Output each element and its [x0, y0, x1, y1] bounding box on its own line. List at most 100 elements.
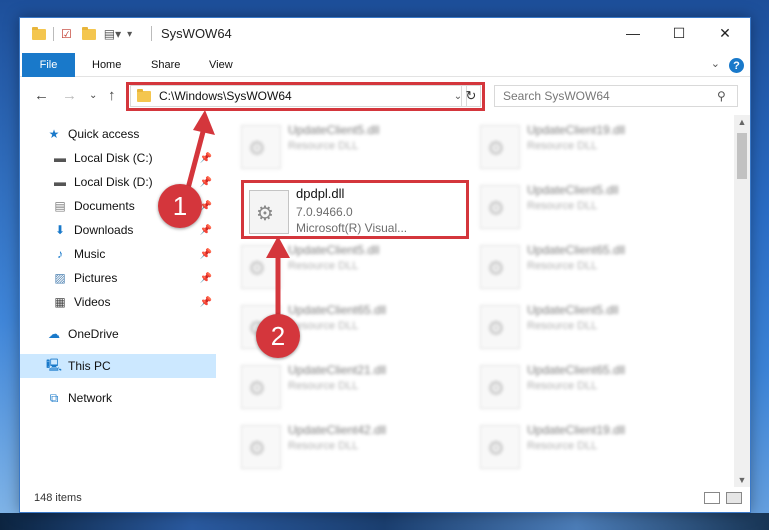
search-icon[interactable]: ⚲ — [717, 89, 737, 103]
file-item[interactable]: UpdateClient42.dll Resource DLL — [220, 419, 440, 469]
scroll-down-icon[interactable]: ▼ — [734, 475, 750, 485]
address-highlight-box — [126, 82, 485, 111]
file-item[interactable]: UpdateClient5.dll Resource DLL — [459, 179, 679, 229]
file-item[interactable]: UpdateClient5.dll Resource DLL — [220, 119, 440, 169]
pin-icon[interactable]: 📌 — [200, 249, 212, 260]
sidebar-item-label: This PC — [68, 359, 111, 373]
status-bar: 148 items — [20, 486, 750, 512]
customize-toolbar-icon[interactable]: ▤▾ — [104, 27, 121, 41]
search-placeholder: Search SysWOW64 — [503, 89, 610, 103]
desktop-taskbar-area — [0, 513, 769, 530]
file-name: UpdateClient5.dll — [527, 183, 619, 197]
dll-file-icon — [480, 425, 520, 469]
help-icon[interactable]: ? — [729, 58, 744, 73]
minimize-button[interactable]: — — [610, 18, 656, 48]
pictures-icon: ▨ — [54, 271, 66, 285]
dll-file-icon — [480, 305, 520, 349]
file-name: UpdateClient19.dll — [527, 123, 626, 137]
maximize-button[interactable]: ☐ — [656, 18, 702, 48]
new-folder-icon[interactable] — [81, 26, 96, 40]
sidebar-item-onedrive[interactable]: ☁ OneDrive — [46, 322, 216, 346]
forward-arrow-icon[interactable]: → — [62, 87, 77, 104]
recent-locations-icon[interactable]: ⌄ — [89, 90, 97, 101]
file-type: Resource DLL — [527, 200, 598, 212]
pin-icon[interactable]: 📌 — [200, 153, 212, 164]
sidebar-item-label: OneDrive — [68, 327, 119, 341]
properties-icon[interactable]: ☑ — [61, 27, 72, 41]
item-count: 148 items — [34, 492, 82, 504]
file-explorer-window: ☑ ▤▾ ▾ SysWOW64 — ☐ ✕ File Home Share Vi… — [19, 17, 751, 513]
dll-file-icon — [480, 125, 520, 169]
step-badge-1: 1 — [158, 184, 202, 228]
sidebar-item-label: Network — [68, 391, 113, 405]
sidebar-item-label: Pictures — [74, 271, 118, 285]
file-item[interactable]: UpdateClient19.dll Resource DLL — [459, 119, 679, 169]
sidebar-item-music[interactable]: ♪ Music 📌 — [52, 242, 216, 266]
sidebar-item-this-pc[interactable]: 🖳 This PC — [20, 354, 216, 378]
file-type: Resource DLL — [288, 380, 359, 392]
file-name: UpdateClient21.dll — [288, 363, 387, 377]
tab-share[interactable]: Share — [151, 54, 180, 76]
search-input[interactable]: Search SysWOW64 ⚲ — [494, 85, 738, 107]
back-arrow-icon[interactable]: ← — [34, 87, 49, 104]
folder-icon — [32, 26, 46, 40]
navigation-pane: ★ Quick access ▬ Local Disk (C:) 📌 ▬ Loc… — [20, 118, 216, 488]
dll-file-icon — [241, 125, 281, 169]
step-badge-2: 2 — [256, 314, 300, 358]
tab-file[interactable]: File — [22, 53, 75, 77]
sidebar-item-label: Local Disk (D:) — [74, 175, 153, 189]
file-name: UpdateClient19.dll — [527, 423, 626, 437]
file-name: UpdateClient65.dll — [527, 363, 626, 377]
up-arrow-icon[interactable]: ↑ — [108, 87, 116, 104]
sidebar-item-network[interactable]: ⧉ Network — [46, 386, 216, 410]
title-divider — [151, 26, 152, 41]
ribbon-tabs: File Home Share View ⌄ ? — [20, 51, 750, 77]
vertical-scrollbar[interactable]: ▲ ▼ — [734, 115, 750, 487]
large-icons-view-icon[interactable] — [726, 492, 742, 504]
expand-ribbon-icon[interactable]: ⌄ — [711, 57, 720, 70]
tab-home[interactable]: Home — [92, 54, 121, 76]
file-item[interactable]: UpdateClient65.dll Resource DLL — [459, 359, 679, 409]
dll-file-icon — [480, 245, 520, 289]
details-view-icon[interactable] — [704, 492, 720, 504]
file-type: Resource DLL — [288, 260, 359, 272]
cloud-icon: ☁ — [48, 327, 60, 341]
pin-icon[interactable]: 📌 — [200, 177, 212, 188]
file-type: Resource DLL — [527, 140, 598, 152]
tab-view[interactable]: View — [209, 54, 233, 76]
sidebar-item-label: Documents — [74, 199, 135, 213]
desktop-background — [0, 0, 19, 530]
sidebar-item-videos[interactable]: ▦ Videos 📌 — [52, 290, 216, 314]
file-item[interactable]: UpdateClient65.dll Resource DLL — [220, 299, 440, 349]
file-item[interactable]: UpdateClient21.dll Resource DLL — [220, 359, 440, 409]
file-type: Resource DLL — [527, 440, 598, 452]
sidebar-item-label: Music — [74, 247, 106, 261]
file-item[interactable]: UpdateClient5.dll Resource DLL — [220, 239, 440, 289]
sidebar-item-quick-access[interactable]: ★ Quick access — [46, 122, 216, 146]
sidebar-item-local-disk-c[interactable]: ▬ Local Disk (C:) 📌 — [52, 146, 216, 170]
file-type: Resource DLL — [288, 140, 359, 152]
dll-file-icon — [480, 185, 520, 229]
file-highlight-box — [241, 180, 469, 239]
scroll-thumb[interactable] — [737, 133, 747, 179]
documents-icon: ▤ — [54, 199, 66, 213]
file-item[interactable]: UpdateClient5.dll Resource DLL — [459, 299, 679, 349]
file-name: UpdateClient5.dll — [288, 243, 380, 257]
pin-icon[interactable]: 📌 — [200, 225, 212, 236]
pin-icon[interactable]: 📌 — [200, 273, 212, 284]
computer-icon: 🖳 — [46, 357, 63, 372]
window-title: SysWOW64 — [161, 26, 232, 41]
file-item[interactable]: UpdateClient65.dll Resource DLL — [459, 239, 679, 289]
sidebar-item-label: Quick access — [68, 127, 140, 141]
dll-file-icon — [241, 425, 281, 469]
scroll-up-icon[interactable]: ▲ — [734, 117, 750, 127]
file-item[interactable]: UpdateClient19.dll Resource DLL — [459, 419, 679, 469]
file-name: UpdateClient65.dll — [527, 243, 626, 257]
dll-file-icon — [241, 365, 281, 409]
sidebar-item-pictures[interactable]: ▨ Pictures 📌 — [52, 266, 216, 290]
pin-icon[interactable]: 📌 — [200, 297, 212, 308]
dll-file-icon — [480, 365, 520, 409]
music-icon: ♪ — [57, 247, 63, 261]
toolbar-dropdown-icon[interactable]: ▾ — [127, 29, 132, 40]
close-button[interactable]: ✕ — [702, 18, 748, 48]
